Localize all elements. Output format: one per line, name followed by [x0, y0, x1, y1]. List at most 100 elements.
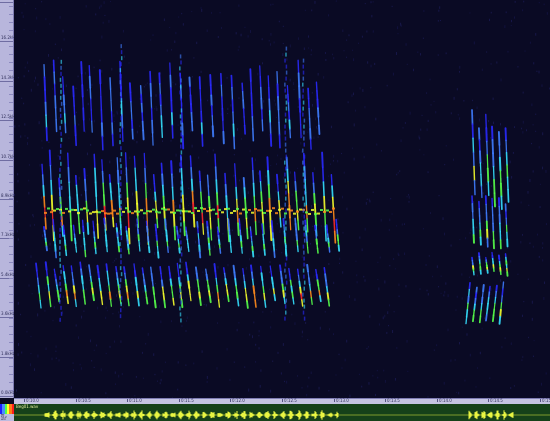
- frequency-tick: [0, 81, 13, 82]
- call-trace: [99, 82, 102, 98]
- waveform-canvas[interactable]: [14, 409, 550, 421]
- noise-speck: [505, 11, 507, 14]
- noise-speck: [509, 160, 511, 164]
- call-trace: [234, 278, 237, 287]
- noise-speck: [120, 340, 122, 343]
- call-trace: [328, 246, 331, 253]
- noise-speck: [342, 231, 344, 234]
- noise-speck: [59, 16, 61, 19]
- broadband-spike: [303, 304, 306, 309]
- call-trace: [164, 218, 167, 226]
- noise-speck: [149, 188, 151, 190]
- time-tick-label: 0:11.5: [181, 398, 194, 403]
- noise-speck: [23, 75, 25, 78]
- noise-speck: [96, 344, 98, 347]
- call-trace: [52, 225, 55, 233]
- broadband-spike: [60, 71, 62, 76]
- noise-speck: [540, 382, 542, 386]
- noise-speck: [293, 284, 295, 287]
- noise-speck: [146, 192, 148, 194]
- call-trace: [306, 218, 309, 233]
- call-trace: [200, 99, 202, 113]
- call-trace: [210, 104, 214, 117]
- noise-speck: [364, 279, 366, 282]
- frequency-minor-tick: [9, 334, 13, 335]
- noise-speck: [289, 360, 291, 364]
- noise-speck: [153, 353, 155, 356]
- call-trace: [41, 174, 45, 187]
- frequency-minor-tick: [9, 6, 13, 7]
- call-trace: [268, 110, 272, 124]
- noise-speck: [207, 99, 209, 102]
- broadband-spike: [59, 149, 62, 154]
- call-trace: [110, 191, 113, 202]
- noise-speck: [311, 91, 313, 94]
- noise-speck: [34, 80, 36, 83]
- noise-speck: [442, 217, 444, 221]
- call-trace: [177, 238, 180, 245]
- call-trace: [504, 127, 507, 142]
- call-trace: [75, 246, 78, 253]
- noise-speck: [191, 294, 193, 297]
- noise-speck: [114, 383, 116, 385]
- noise-speck: [87, 102, 89, 106]
- call-trace: [62, 85, 65, 97]
- call-trace: [309, 290, 313, 299]
- call-trace: [289, 217, 292, 231]
- noise-speck: [513, 16, 515, 19]
- noise-speck: [145, 84, 147, 86]
- call-trace: [473, 179, 476, 196]
- broadband-spike: [59, 251, 61, 256]
- noise-speck: [65, 84, 67, 88]
- broadband-spike: [302, 64, 305, 69]
- broadband-spike: [119, 242, 121, 247]
- spectrogram-view[interactable]: [14, 0, 550, 398]
- call-trace: [279, 264, 282, 273]
- noise-speck: [517, 66, 519, 68]
- frequency-minor-tick: [9, 374, 13, 375]
- tonal-band: [317, 212, 320, 215]
- noise-speck: [358, 42, 360, 44]
- broadband-spike: [284, 88, 286, 93]
- noise-speck: [281, 252, 283, 254]
- noise-speck: [55, 345, 57, 348]
- call-trace: [252, 170, 255, 185]
- noise-speck: [258, 347, 260, 350]
- noise-speck: [20, 135, 22, 138]
- call-trace: [155, 200, 157, 211]
- broadband-spike: [179, 312, 182, 317]
- call-trace: [259, 181, 262, 193]
- call-trace: [495, 284, 498, 293]
- call-trace: [286, 168, 289, 183]
- frequency-minor-tick: [9, 390, 13, 391]
- noise-speck: [536, 233, 538, 236]
- call-trace: [195, 272, 199, 281]
- broadband-spike: [180, 222, 182, 227]
- noise-speck: [275, 163, 277, 166]
- broadband-spike: [60, 59, 63, 64]
- noise-speck: [370, 1, 372, 4]
- noise-speck: [332, 160, 334, 162]
- noise-speck: [529, 41, 531, 44]
- call-trace: [138, 245, 141, 252]
- call-trace: [211, 115, 214, 127]
- waveform-panel[interactable]: fft 512 win Beg01.wav: [0, 404, 550, 421]
- tonal-band: [245, 211, 248, 214]
- noise-speck: [17, 238, 19, 241]
- frequency-minor-tick: [9, 102, 13, 103]
- call-trace: [288, 273, 292, 282]
- noise-speck: [310, 371, 312, 375]
- call-trace: [198, 291, 202, 300]
- tonal-band: [200, 207, 203, 210]
- noise-speck: [329, 163, 331, 166]
- call-trace: [62, 229, 66, 237]
- noise-speck: [231, 229, 233, 232]
- noise-speck: [206, 381, 208, 383]
- noise-speck: [169, 26, 171, 29]
- noise-speck: [24, 123, 26, 126]
- noise-speck: [40, 392, 42, 394]
- noise-speck: [490, 11, 492, 14]
- noise-speck: [114, 371, 116, 374]
- tonal-band: [290, 209, 293, 212]
- noise-speck: [444, 290, 446, 294]
